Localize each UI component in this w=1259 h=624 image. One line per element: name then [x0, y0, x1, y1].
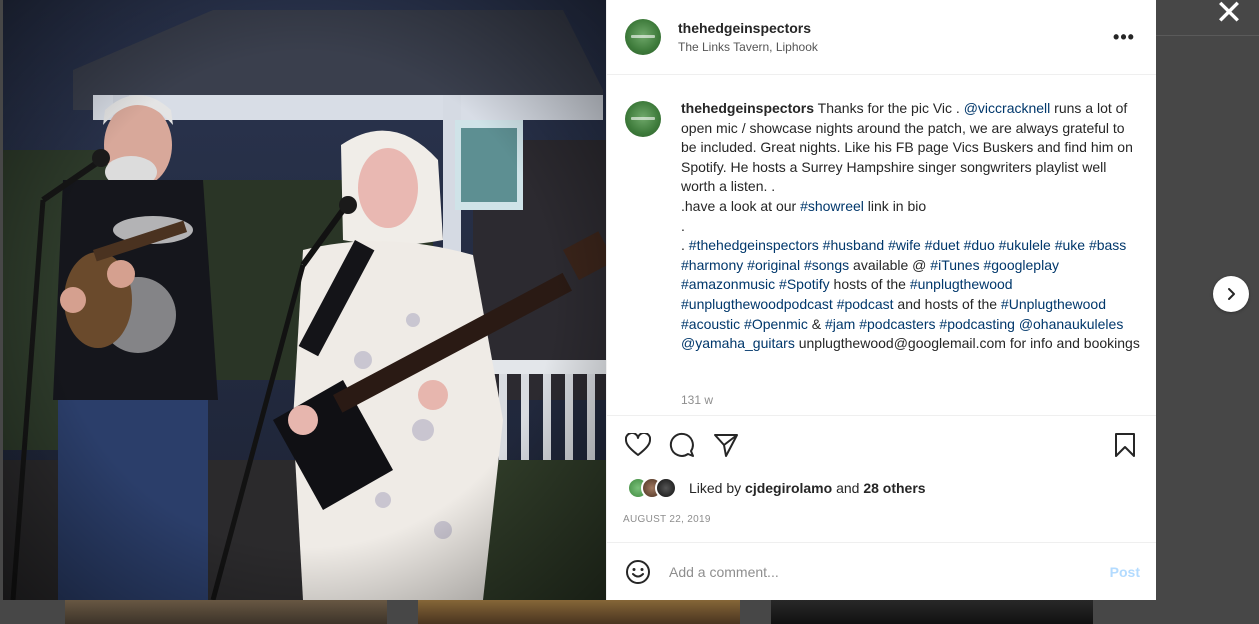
background-post-thumbnail[interactable]: [418, 598, 740, 624]
caption-link[interactable]: #songs: [804, 257, 849, 273]
caption-text: link in bio: [863, 197, 927, 214]
caption-link[interactable]: #jam: [825, 316, 855, 332]
likes-text: Liked by cjdegirolamo and 28 others: [689, 480, 926, 496]
next-post-button[interactable]: [1213, 276, 1249, 312]
post-modal: thehedgeinspectors The Links Tavern, Lip…: [3, 0, 1156, 600]
caption-link[interactable]: #duet: [925, 237, 960, 253]
liker-username[interactable]: cjdegirolamo: [745, 480, 832, 496]
more-horizontal-icon[interactable]: •••: [1112, 27, 1136, 48]
avatar: [655, 477, 677, 499]
backdrop-divider: [1156, 35, 1259, 36]
likes-summary: Liked by cjdegirolamo and 28 others: [623, 476, 1140, 500]
caption-link[interactable]: #wife: [888, 237, 921, 253]
caption-link[interactable]: #harmony: [681, 257, 743, 273]
background-post-grid: [0, 598, 1259, 624]
caption-link[interactable]: #unplugthewood: [910, 276, 1013, 292]
paper-plane-icon[interactable]: [711, 430, 741, 460]
liker-avatars[interactable]: [627, 477, 677, 499]
caption-text: and hosts of the: [893, 295, 1001, 312]
caption-link[interactable]: #uke: [1055, 237, 1085, 253]
post-photo-image: [3, 0, 606, 600]
caption-link[interactable]: #original: [747, 257, 800, 273]
avatar[interactable]: [625, 101, 661, 137]
caption-link[interactable]: #podcast: [837, 296, 894, 312]
post-header: thehedgeinspectors The Links Tavern, Lip…: [607, 0, 1156, 75]
caption-text: &: [807, 315, 825, 332]
background-post-thumbnail[interactable]: [771, 598, 1093, 624]
likes-others-link[interactable]: 28 others: [863, 480, 925, 496]
caption-text: unplugthewood@googlemail.com for info an…: [794, 335, 1140, 352]
caption-link[interactable]: @yamaha_guitars: [681, 335, 795, 351]
post-header-text: thehedgeinspectors The Links Tavern, Lip…: [678, 20, 1112, 54]
likes-prefix: Liked by: [689, 480, 746, 496]
caption-link[interactable]: @ohanaukuleles: [1019, 316, 1124, 332]
caption-link[interactable]: #amazonmusic: [681, 276, 775, 292]
close-icon[interactable]: ✕: [1210, 0, 1248, 32]
caption-timestamp[interactable]: 131 w: [681, 393, 713, 407]
post-comment-button[interactable]: Post: [1110, 564, 1140, 580]
caption-text: .have a look at our: [681, 197, 801, 214]
post-location[interactable]: The Links Tavern, Liphook: [678, 40, 1112, 54]
caption-link[interactable]: #googleplay: [983, 257, 1059, 273]
caption-text: available @: [849, 256, 931, 273]
comment-icon[interactable]: [667, 430, 697, 460]
smiley-icon[interactable]: [625, 559, 651, 585]
caption-link[interactable]: #unplugthewoodpodcast: [681, 296, 833, 312]
post-username[interactable]: thehedgeinspectors: [678, 20, 1112, 36]
caption-link[interactable]: #husband: [823, 237, 885, 253]
likes-middle: and: [832, 480, 864, 496]
caption-link[interactable]: #Openmic: [744, 316, 808, 332]
post-date[interactable]: AUGUST 22, 2019: [623, 514, 1140, 525]
post-actions: Liked by cjdegirolamo and 28 others AUGU…: [607, 415, 1156, 525]
caption-link[interactable]: #Spotify: [779, 276, 830, 292]
comments-section[interactable]: thehedgeinspectors Thanks for the pic Vi…: [607, 75, 1156, 415]
caption-link[interactable]: #bass: [1089, 237, 1126, 253]
caption-link[interactable]: #podcasting: [939, 316, 1015, 332]
post-photo[interactable]: [3, 0, 606, 600]
add-comment-bar: Post: [607, 542, 1156, 600]
background-post-thumbnail[interactable]: [65, 598, 387, 624]
bookmark-icon[interactable]: [1110, 430, 1140, 460]
caption-text: Thanks for the pic Vic .: [817, 100, 964, 116]
caption-link[interactable]: #Unplugthewood: [1001, 296, 1106, 312]
caption-link[interactable]: #acoustic: [681, 316, 740, 332]
action-bar: [623, 430, 1140, 460]
heart-icon[interactable]: [623, 430, 653, 460]
caption-link[interactable]: #ukulele: [999, 237, 1051, 253]
avatar[interactable]: [625, 19, 661, 55]
post-details-panel: thehedgeinspectors The Links Tavern, Lip…: [606, 0, 1156, 600]
caption-link[interactable]: #podcasters: [859, 316, 935, 332]
caption-text: .: [681, 237, 689, 254]
comment-input[interactable]: [669, 563, 1110, 580]
post-caption: thehedgeinspectors Thanks for the pic Vi…: [681, 99, 1140, 415]
caption-link[interactable]: #iTunes: [930, 257, 979, 273]
caption-text: .: [681, 217, 685, 234]
caption-text: hosts of the: [829, 276, 910, 293]
caption-link[interactable]: @viccracknell: [964, 100, 1051, 116]
caption-link[interactable]: #duo: [964, 237, 995, 253]
chevron-right-icon: [1228, 288, 1235, 300]
caption-link[interactable]: #thehedgeinspectors: [689, 237, 819, 253]
caption-username[interactable]: thehedgeinspectors: [681, 100, 814, 116]
caption-link[interactable]: #showreel: [800, 198, 864, 214]
